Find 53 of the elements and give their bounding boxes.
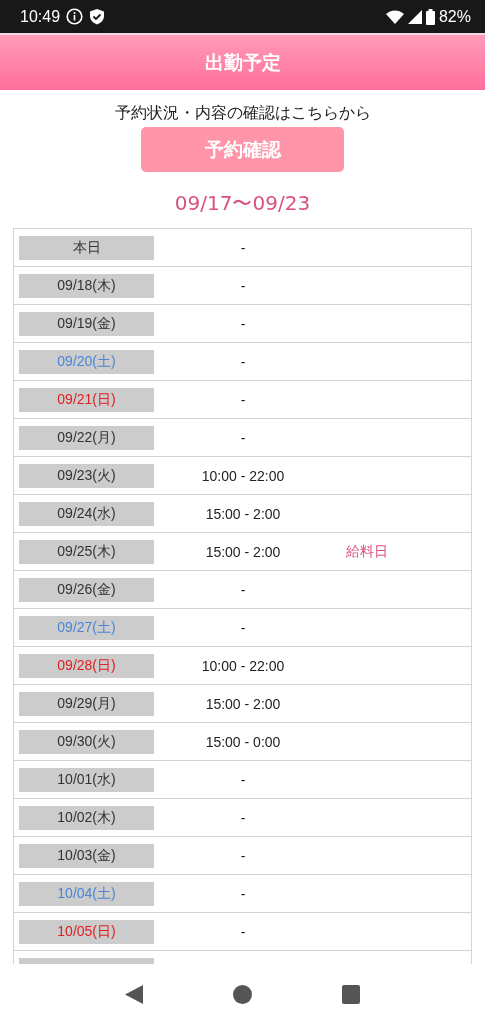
date-cell: 09/21(日) (19, 387, 154, 412)
date-cell: 09/20(土) (19, 349, 154, 374)
home-icon[interactable] (233, 984, 252, 1004)
notice-text: 予約状況・内容の確認はこちらから (113, 103, 372, 123)
shift-time: - (239, 923, 247, 940)
shift-time: - (239, 277, 247, 294)
shift-time: - (239, 771, 247, 788)
shift-time: 15:00 - 2:00 (204, 695, 282, 712)
info-icon (66, 8, 84, 25)
date-cell: 10/04(土) (19, 881, 154, 906)
shift-time: 15:00 - 2:00 (204, 543, 282, 560)
shift-time: - (239, 239, 247, 256)
wifi-icon (385, 9, 404, 24)
date-cell: 09/28(日) (19, 653, 154, 678)
shift-time: - (239, 581, 247, 598)
date-cell: 09/19(金) (19, 311, 154, 336)
date-cell: 09/23(火) (19, 463, 154, 488)
date-cell: 09/27(土) (19, 615, 154, 640)
date-cell: 本日 (19, 235, 154, 260)
recents-icon[interactable] (342, 984, 360, 1004)
shift-time: 15:00 - 0:00 (204, 733, 282, 750)
date-cell: 10/01(水) (19, 767, 154, 792)
reserve-button[interactable]: 予約確認 (141, 127, 344, 172)
date-cell: 09/25(木) (19, 539, 154, 564)
shift-time: - (239, 809, 247, 826)
date-cell: 09/22(月) (19, 425, 154, 450)
signal-icon (407, 9, 422, 24)
shift-time: - (239, 429, 247, 446)
back-icon[interactable] (125, 984, 143, 1004)
date-cell: 09/30(火) (19, 729, 154, 754)
shift-time: 10:00 - 22:00 (200, 467, 286, 484)
shield-icon (89, 8, 106, 25)
battery-icon (425, 8, 435, 25)
note-text: 給料日 (345, 542, 389, 561)
date-cell: 09/18(木) (19, 273, 154, 298)
shift-time: - (239, 847, 247, 864)
shift-time: - (239, 619, 247, 636)
shift-time: - (239, 885, 247, 902)
date-range: 09/17〜09/23 (173, 190, 312, 216)
date-cell: 09/29(月) (19, 691, 154, 716)
date-cell: 10/05(日) (19, 919, 154, 944)
date-cell: 09/24(水) (19, 501, 154, 526)
shift-time: 15:00 - 2:00 (204, 505, 282, 522)
shift-time: - (239, 353, 247, 370)
date-cell: 10/02(木) (19, 805, 154, 830)
date-cell: 09/26(金) (19, 577, 154, 602)
page-title: 出勤予定 (204, 49, 281, 75)
shift-time: - (239, 315, 247, 332)
shift-time: - (239, 391, 247, 408)
shift-time: 10:00 - 22:00 (200, 657, 286, 674)
battery-level: 82% (438, 7, 471, 26)
date-cell: 10/03(金) (19, 843, 154, 868)
clock: 10:49 (20, 7, 61, 26)
